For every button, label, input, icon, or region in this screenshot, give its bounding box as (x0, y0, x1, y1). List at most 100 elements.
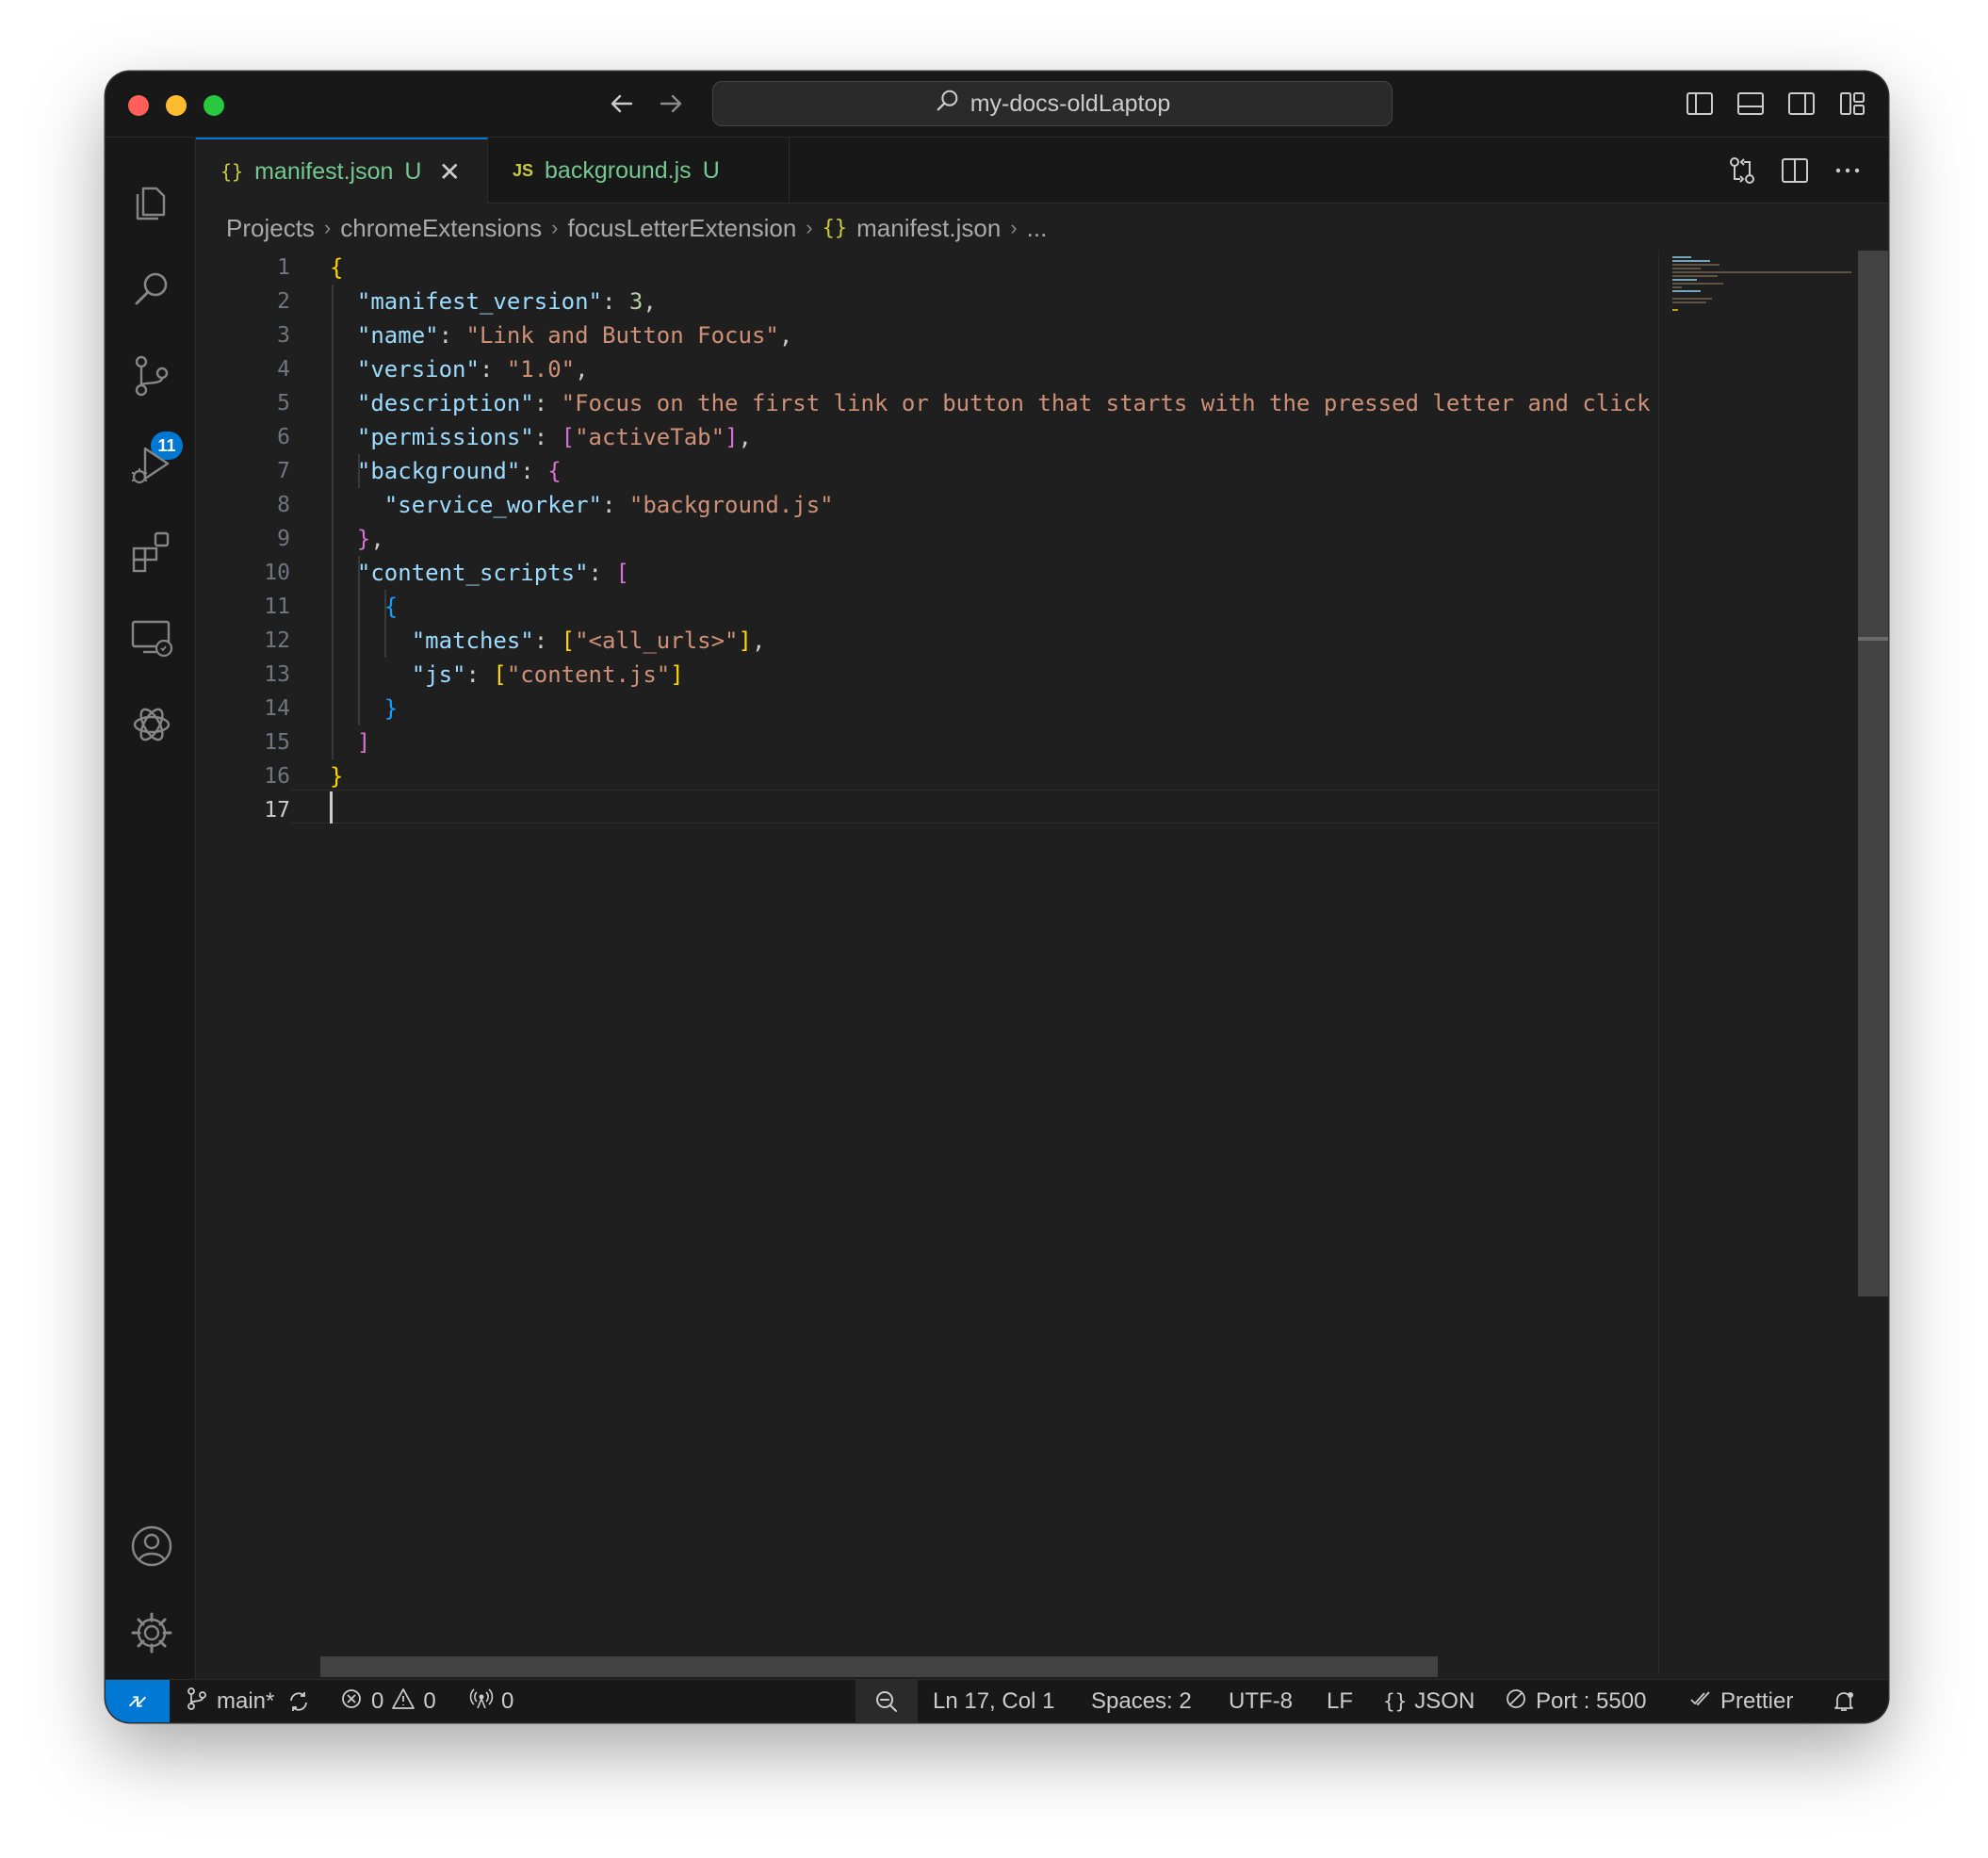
editor-actions (1726, 155, 1864, 191)
line-number-gutter: 1 2 3 4 5 6 7 8 9 10 11 12 13 14 15 16 1… (196, 251, 290, 827)
line-number: 6 (277, 425, 290, 449)
more-actions-icon[interactable] (1832, 155, 1864, 191)
forward-arrow-icon[interactable] (652, 85, 690, 122)
breadcrumb-item[interactable]: focusLetterExtension (567, 214, 796, 243)
status-bar: main* 0 0 0 Ln 17, Col 1 Spaces: 2 UTF-8… (106, 1679, 1888, 1722)
maximize-window-button[interactable] (204, 95, 224, 116)
remote-explorer-icon[interactable] (128, 614, 175, 661)
line-number: 10 (264, 561, 290, 585)
zoom-icon[interactable] (855, 1680, 918, 1722)
problems-status[interactable]: 0 0 (339, 1680, 436, 1722)
remote-indicator-icon[interactable] (106, 1680, 170, 1722)
toggle-panel-icon[interactable] (1735, 89, 1766, 123)
eol-status[interactable]: LF (1327, 1680, 1353, 1722)
git-branch-status[interactable]: main* (185, 1680, 274, 1722)
text-cursor (330, 791, 333, 823)
code-line: "name": "Link and Button Focus", (356, 322, 793, 349)
javascript-file-icon: JS (513, 160, 534, 180)
split-editor-icon[interactable] (1779, 155, 1811, 191)
chevron-right-icon: › (323, 216, 332, 239)
ports-status[interactable]: 0 (469, 1680, 513, 1722)
line-number: 7 (277, 459, 290, 483)
code-line: "permissions": ["activeTab"], (356, 424, 752, 450)
extensions-icon[interactable] (128, 528, 175, 575)
prettier-label: Prettier (1720, 1688, 1794, 1714)
line-number: 1 (277, 255, 290, 280)
live-server-port[interactable]: Port : 5500 (1504, 1680, 1646, 1722)
json-language-icon: {} (1383, 1690, 1408, 1713)
cursor-position[interactable]: Ln 17, Col 1 (933, 1680, 1054, 1722)
explorer-icon[interactable] (128, 179, 175, 226)
breadcrumb-item[interactable]: Projects (226, 214, 315, 243)
code-line: { (383, 594, 399, 620)
notifications-bell-icon[interactable] (1832, 1680, 1856, 1722)
language-label: JSON (1414, 1688, 1475, 1714)
code-line: "matches": ["<all_urls>"], (411, 627, 766, 654)
toggle-primary-sidebar-icon[interactable] (1685, 89, 1715, 123)
horizontal-scrollbar[interactable] (320, 1656, 1438, 1677)
error-icon (339, 1687, 364, 1718)
code-line: "description": "Focus on the first link … (356, 390, 1651, 416)
toggle-secondary-sidebar-icon[interactable] (1786, 89, 1817, 123)
minimap[interactable] (1658, 251, 1856, 1673)
settings-gear-icon[interactable] (128, 1609, 175, 1656)
layout-controls (1685, 89, 1867, 123)
code-line: ] (356, 729, 371, 756)
line-number: 4 (277, 357, 290, 382)
workspace-title: my-docs-oldLaptop (970, 90, 1171, 117)
line-number: 12 (264, 628, 290, 653)
breadcrumb-item[interactable]: chromeExtensions (340, 214, 542, 243)
chevron-right-icon: › (806, 216, 813, 239)
line-number: 8 (277, 493, 290, 517)
broadcast-icon (469, 1687, 494, 1718)
minimize-window-button[interactable] (166, 95, 187, 116)
search-icon (935, 88, 961, 121)
code-line: "version": "1.0", (356, 356, 589, 383)
command-center-search[interactable]: my-docs-oldLaptop (712, 81, 1393, 126)
language-mode[interactable]: {} JSON (1383, 1680, 1475, 1722)
line-number: 13 (264, 662, 290, 687)
tab-label: manifest.json (254, 157, 394, 185)
openai-chatgpt-icon[interactable] (128, 701, 175, 748)
code-line: } (383, 695, 399, 722)
tab-background-js[interactable]: JS background.js U (488, 138, 790, 204)
close-window-button[interactable] (128, 95, 149, 116)
source-control-icon[interactable] (128, 352, 175, 399)
line-number: 5 (277, 391, 290, 416)
code-line: { (330, 254, 344, 281)
indentation-status[interactable]: Spaces: 2 (1091, 1680, 1192, 1722)
untracked-status: U (702, 156, 720, 184)
line-number: 2 (277, 289, 290, 314)
code-editor[interactable]: 1 2 3 4 5 6 7 8 9 10 11 12 13 14 15 16 1… (196, 251, 1658, 1673)
code-line: }, (356, 526, 384, 552)
run-and-debug-icon[interactable] (128, 441, 175, 488)
code-line: "manifest_version": 3, (356, 288, 657, 315)
ports-count: 0 (501, 1688, 514, 1714)
breadcrumb-file[interactable]: manifest.json (856, 214, 1001, 243)
scrollbar-cursor-marker (1858, 637, 1888, 641)
tab-manifest-json[interactable]: {} manifest.json U ✕ (196, 138, 488, 204)
vertical-scrollbar[interactable] (1858, 251, 1888, 1296)
chevron-right-icon: › (1010, 216, 1018, 239)
port-label: Port : 5500 (1536, 1688, 1647, 1714)
warning-count: 0 (423, 1688, 436, 1714)
open-changes-icon[interactable] (1726, 155, 1758, 191)
back-arrow-icon[interactable] (603, 85, 641, 122)
accounts-icon[interactable] (128, 1523, 175, 1570)
code-line: "service_worker": "background.js" (383, 492, 834, 518)
branch-name: main* (217, 1688, 275, 1714)
line-number: 3 (277, 323, 290, 348)
breadcrumb-more[interactable]: ... (1027, 214, 1048, 243)
encoding-status[interactable]: UTF-8 (1229, 1680, 1293, 1722)
line-number: 17 (264, 798, 290, 823)
prettier-status[interactable]: Prettier (1688, 1680, 1793, 1722)
customize-layout-icon[interactable] (1837, 89, 1867, 123)
untracked-status: U (404, 157, 422, 185)
sync-icon[interactable] (286, 1680, 311, 1722)
json-file-icon: {} (220, 160, 244, 183)
code-content: { "manifest_version": 3, "name": "Link a… (330, 251, 1651, 827)
port-circle-slash-icon (1504, 1687, 1528, 1718)
search-icon[interactable] (128, 266, 175, 313)
close-tab-icon[interactable]: ✕ (438, 156, 460, 187)
